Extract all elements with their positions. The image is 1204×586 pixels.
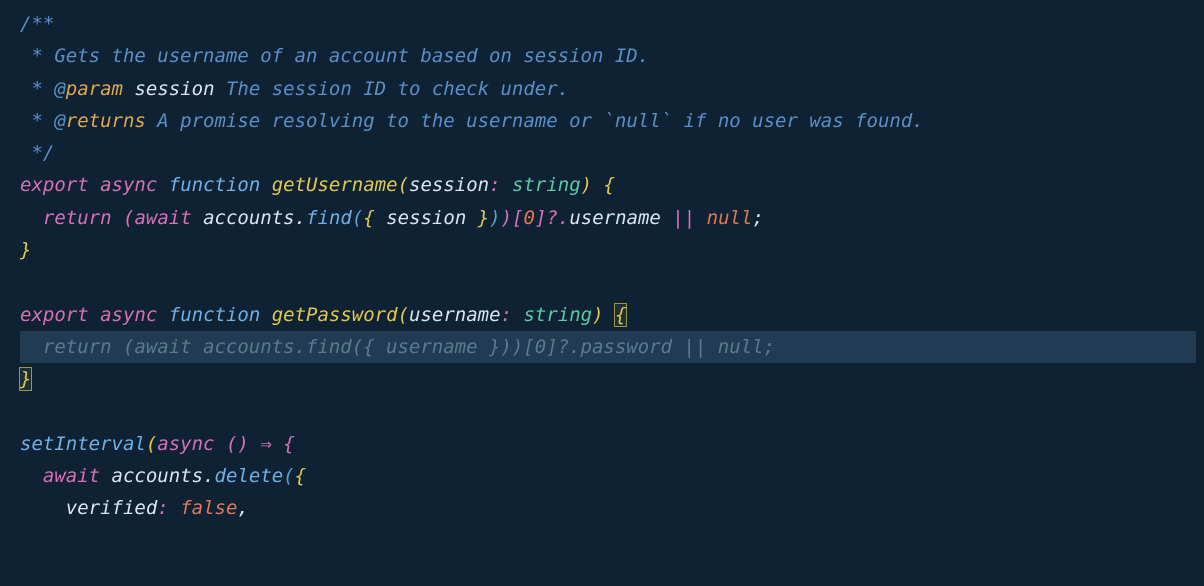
await-keyword: await [134,207,191,229]
code-line: return (await accounts.find({ session })… [20,202,1196,234]
code-line: setInterval(async () ⇒ { [20,428,1196,460]
colon: : [157,497,168,519]
arrow-operator: ⇒ [260,433,271,455]
jsdoc-returns-keyword: returns [66,110,146,132]
type-annotation: string [512,174,581,196]
ghost-suggestion-text: return (await accounts.find({ username }… [20,336,775,358]
code-line: * Gets the username of an account based … [20,40,1196,72]
method-name: delete [215,465,284,487]
paren-open: ( [352,207,363,229]
function-keyword: function [169,174,261,196]
function-name: getPassword [272,304,398,326]
comment-start: /** [20,13,54,35]
dot: . [203,465,214,487]
bracket-close: ] [535,207,546,229]
brace-open: { [295,465,306,487]
code-line: export async function getPassword(userna… [20,299,1196,331]
dot: . [295,207,306,229]
code-line: } [20,363,1196,395]
boolean-literal: false [180,497,237,519]
or-operator: || [672,207,695,229]
property: username [569,207,661,229]
paren-open: ( [123,207,134,229]
return-keyword: return [43,207,112,229]
backtick: ` [603,110,614,132]
jsdoc-param-keyword: param [66,78,123,100]
number-literal: 0 [524,207,535,229]
paren-open: ( [398,304,409,326]
paren-close: ) [581,174,592,196]
property: verified [66,497,158,519]
comment-star: * [20,78,54,100]
brace-open: { [283,433,294,455]
bracket-open: [ [512,207,523,229]
comment-end: */ [20,142,54,164]
function-call: setInterval [20,433,146,455]
function-keyword: function [169,304,261,326]
function-name: getUsername [272,174,398,196]
type-annotation: string [523,304,592,326]
paren-open: ( [146,433,157,455]
brace-open-matched: { [615,304,626,326]
identifier: accounts [112,465,204,487]
code-line: * @param session The session ID to check… [20,73,1196,105]
paren-open: ( [283,465,294,487]
code-editor[interactable]: /** * Gets the username of an account ba… [8,8,1196,525]
paren-close: ) [592,304,603,326]
comment-star: * [20,110,54,132]
comment-star: * [20,45,54,67]
jsdoc-desc: if no user was found. [672,110,924,132]
await-keyword: await [43,465,100,487]
identifier: accounts [203,207,295,229]
brace-open: { [363,207,374,229]
code-literal: null [615,110,661,132]
paren-close: ) [501,207,512,229]
type-colon: : [489,174,500,196]
paren-close: ) [237,433,248,455]
code-line: */ [20,137,1196,169]
jsdoc-param-name: session [134,78,214,100]
brace-close: } [20,239,31,261]
method-name: find [306,207,352,229]
paren-close: ) [489,207,500,229]
comment-text: Gets the username of an account based on… [54,45,649,67]
jsdoc-desc: A promise resolving to the username or [146,110,604,132]
comma: , [237,497,248,519]
brace-open: { [604,174,615,196]
parameter: session [409,174,489,196]
async-keyword: async [100,304,157,326]
paren-open: ( [398,174,409,196]
code-line: verified: false, [20,492,1196,524]
space [123,78,134,100]
property: session [386,207,466,229]
paren-open: ( [226,433,237,455]
code-line: await accounts.delete({ [20,460,1196,492]
export-keyword: export [20,174,89,196]
at-sign: @ [54,110,65,132]
at-sign: @ [54,78,65,100]
code-line: export async function getUsername(sessio… [20,169,1196,201]
jsdoc-desc: The session ID to check under. [215,78,570,100]
export-keyword: export [20,304,89,326]
code-suggestion-line[interactable]: return (await accounts.find({ username }… [20,331,1196,363]
async-keyword: async [157,433,214,455]
code-line: * @returns A promise resolving to the us… [20,105,1196,137]
code-line: /** [20,8,1196,40]
type-colon: : [501,304,512,326]
semicolon: ; [752,207,763,229]
brace-close: } [478,207,489,229]
parameter: username [409,304,501,326]
brace-close-matched: } [20,368,31,390]
empty-line [20,266,1196,298]
code-line: } [20,234,1196,266]
optional-chain: ?. [546,207,569,229]
async-keyword: async [100,174,157,196]
empty-line [20,396,1196,428]
null-literal: null [707,207,753,229]
backtick: ` [661,110,672,132]
